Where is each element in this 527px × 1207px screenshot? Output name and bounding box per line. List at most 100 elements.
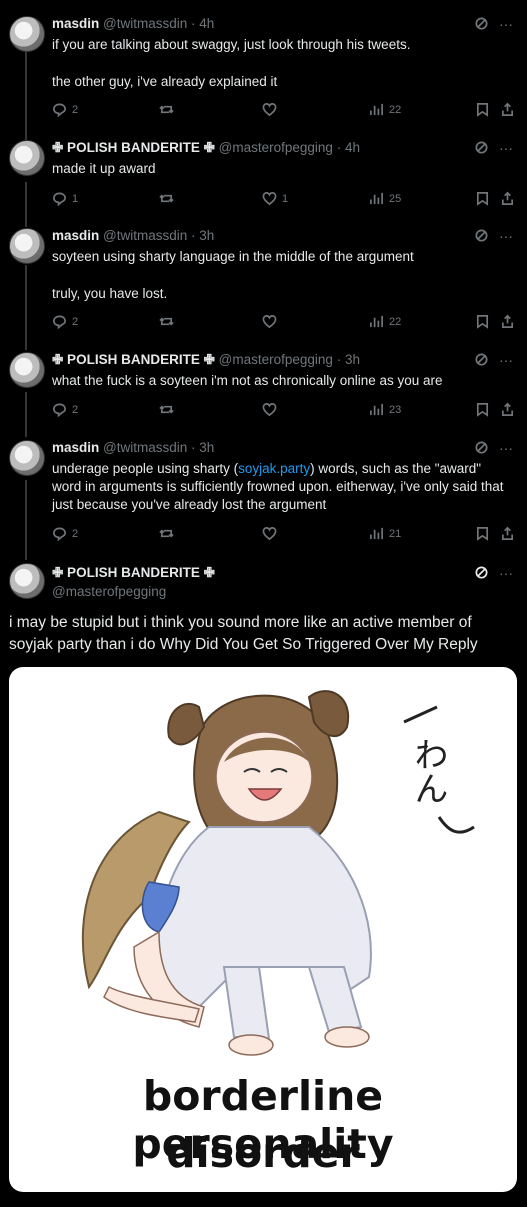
reply-button[interactable]: 1	[52, 191, 78, 206]
grok-icon[interactable]	[474, 16, 489, 34]
bookmark-button[interactable]	[475, 402, 490, 417]
author-handle[interactable]: @twitmassdin	[103, 16, 187, 31]
share-button[interactable]	[500, 402, 515, 417]
author-handle[interactable]: @twitmassdin	[103, 440, 187, 455]
share-button[interactable]	[500, 102, 515, 117]
share-button[interactable]	[500, 314, 515, 329]
author-name[interactable]: masdin	[52, 228, 99, 243]
tweet[interactable]: masdin @twitmassdin · 4h ··· if you are …	[0, 16, 527, 126]
main-tweet-text: i may be stupid but i think you sound mo…	[9, 614, 478, 653]
reply-icon	[53, 192, 66, 206]
retweet-button[interactable]	[159, 102, 174, 117]
tweet[interactable]: ✙ POLISH BANDERITE ✙ @masterofpegging · …	[0, 352, 527, 427]
tweet[interactable]: ✙ POLISH BANDERITE ✙ @masterofpegging · …	[0, 140, 527, 215]
reply-button[interactable]: 2	[52, 526, 78, 541]
timestamp[interactable]: · 3h	[191, 440, 214, 455]
reply-icon	[53, 527, 66, 541]
share-button[interactable]	[500, 191, 515, 206]
like-button[interactable]	[262, 526, 282, 541]
grok-icon[interactable]	[474, 440, 489, 458]
share-button[interactable]	[500, 526, 515, 541]
tweet-actions: 2 23	[52, 402, 514, 420]
main-tweet-header: ✙ POLISH BANDERITE ✙ @masterofpegging	[52, 565, 215, 599]
avatar[interactable]	[9, 16, 45, 52]
share-icon	[501, 526, 514, 540]
author-name[interactable]: ✙ POLISH BANDERITE ✙	[52, 352, 215, 367]
more-icon[interactable]: ···	[499, 352, 513, 370]
more-icon[interactable]: ···	[499, 140, 513, 158]
retweet-button[interactable]	[159, 526, 174, 541]
tweet-top-icons: ···	[474, 228, 513, 246]
bookmark-button[interactable]	[475, 102, 490, 117]
retweet-icon	[159, 405, 174, 414]
grok-icon[interactable]	[474, 228, 489, 246]
bookmark-icon	[476, 527, 489, 541]
tweet[interactable]: masdin @twitmassdin · 3h ··· soyteen usi…	[0, 228, 527, 338]
bookmark-button[interactable]	[475, 526, 490, 541]
timestamp[interactable]: · 3h	[337, 352, 360, 367]
tweet-actions: 2 22	[52, 314, 514, 332]
author-handle[interactable]: @masterofpegging	[219, 140, 333, 155]
grok-icon[interactable]	[474, 565, 489, 583]
more-icon[interactable]: ···	[499, 16, 513, 34]
grok-icon[interactable]	[474, 352, 489, 370]
retweet-button[interactable]	[159, 191, 174, 206]
avatar[interactable]	[9, 140, 45, 176]
more-icon[interactable]: ···	[499, 565, 513, 583]
reply-button[interactable]: 2	[52, 402, 78, 417]
like-button[interactable]	[262, 102, 282, 117]
like-button[interactable]	[262, 314, 282, 329]
tweet-top-icons: ···	[474, 352, 513, 370]
author-handle[interactable]: @twitmassdin	[103, 228, 187, 243]
bookmark-icon	[476, 103, 489, 117]
author-name[interactable]: masdin	[52, 440, 99, 455]
tweet-header: masdin @twitmassdin · 4h	[52, 16, 214, 31]
author-handle[interactable]: @masterofpegging	[52, 584, 215, 599]
soyjak-party-link[interactable]: soyjak.party	[238, 461, 310, 476]
bookmark-icon	[476, 315, 489, 329]
reply-icon	[53, 315, 66, 329]
bookmark-icon	[476, 192, 489, 206]
bookmark-icon	[476, 403, 489, 417]
grok-icon[interactable]	[474, 140, 489, 158]
tweet-top-icons: ···	[474, 565, 513, 583]
retweet-icon	[159, 194, 174, 203]
bark-text: わん	[408, 737, 448, 805]
tweet-text: made it up award	[52, 161, 156, 176]
reply-button[interactable]: 2	[52, 314, 78, 329]
author-name[interactable]: masdin	[52, 16, 99, 31]
bookmark-button[interactable]	[475, 314, 490, 329]
retweet-button[interactable]	[159, 402, 174, 417]
views-button[interactable]: 25	[369, 191, 401, 206]
views-button[interactable]: 22	[369, 102, 401, 117]
tweet-image[interactable]: わん borderline personality disorder	[9, 667, 517, 1192]
views-button[interactable]: 22	[369, 314, 401, 329]
tweet-actions: 2 21	[52, 526, 514, 544]
bookmark-button[interactable]	[475, 191, 490, 206]
views-button[interactable]: 21	[369, 526, 401, 541]
views-button[interactable]: 23	[369, 402, 401, 417]
like-button[interactable]: 1	[262, 191, 288, 206]
reply-button[interactable]: 2	[52, 102, 78, 117]
tweet-text: what the fuck is a soyteen i'm not as ch…	[52, 373, 443, 388]
avatar[interactable]	[9, 228, 45, 264]
avatar[interactable]	[9, 352, 45, 388]
author-handle[interactable]: @masterofpegging	[219, 352, 333, 367]
retweet-button[interactable]	[159, 314, 174, 329]
tweet-text: underage people using sharty (soyjak.par…	[52, 461, 504, 512]
tweet-header: ✙ POLISH BANDERITE ✙ @masterofpegging · …	[52, 352, 360, 368]
timestamp[interactable]: · 4h	[191, 16, 214, 31]
like-button[interactable]	[262, 402, 282, 417]
more-icon[interactable]: ···	[499, 228, 513, 246]
author-name[interactable]: ✙ POLISH BANDERITE ✙	[52, 140, 215, 155]
avatar[interactable]	[9, 440, 45, 476]
timestamp[interactable]: · 4h	[337, 140, 360, 155]
avatar[interactable]	[9, 563, 45, 599]
timestamp[interactable]: · 3h	[191, 228, 214, 243]
tweet-top-icons: ···	[474, 16, 513, 34]
tweet-top-icons: ···	[474, 440, 513, 458]
more-icon[interactable]: ···	[499, 440, 513, 458]
views-icon	[370, 527, 383, 540]
tweet[interactable]: masdin @twitmassdin · 3h ··· underage pe…	[0, 440, 527, 545]
author-name[interactable]: ✙ POLISH BANDERITE ✙	[52, 565, 215, 581]
